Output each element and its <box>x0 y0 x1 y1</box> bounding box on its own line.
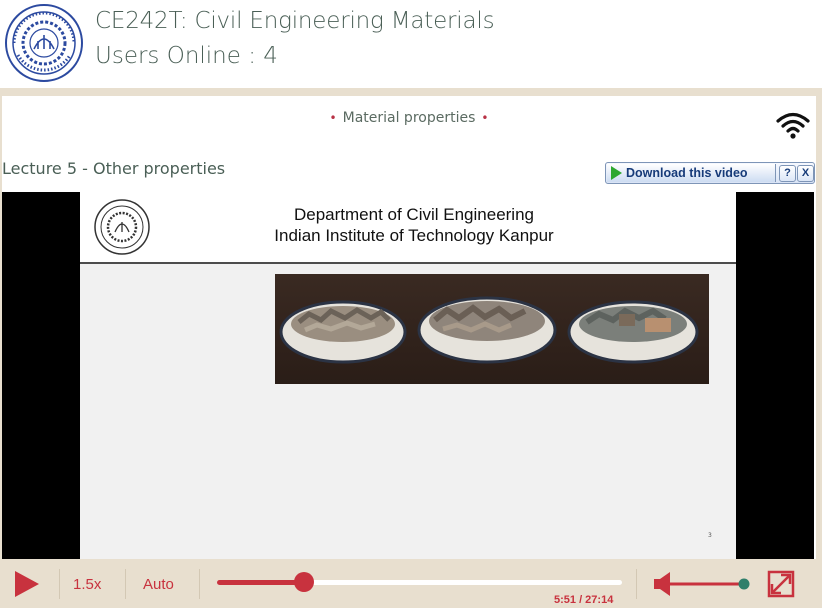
progress-handle[interactable] <box>294 572 315 592</box>
play-icon <box>611 166 622 180</box>
separator <box>636 569 637 599</box>
video-controls: 1.5x Auto 5:51 / 27:14 <box>2 559 816 608</box>
progress-track[interactable] <box>217 580 622 585</box>
video-area[interactable]: Department of Civil Engineering Indian I… <box>2 192 814 559</box>
wifi-icon <box>776 112 810 139</box>
download-video-button[interactable]: Download this video <box>607 164 776 182</box>
lecture-title: Lecture 5 - Other properties <box>2 159 226 178</box>
volume-handle <box>738 578 750 590</box>
quality-button[interactable]: Auto <box>143 576 174 593</box>
bowl-middle <box>417 296 557 364</box>
volume-control[interactable] <box>650 572 750 596</box>
close-button[interactable]: X <box>797 164 814 182</box>
separator <box>199 569 200 599</box>
time-display: 5:51 / 27:14 <box>554 594 614 606</box>
bullet-dot: • <box>329 111 337 125</box>
slide-department: Department of Civil Engineering <box>293 205 534 224</box>
lecture-slide: Department of Civil Engineering Indian I… <box>80 192 736 559</box>
bowl-right <box>567 300 699 364</box>
chapter-heading: • Material properties • <box>2 110 816 126</box>
fullscreen-icon[interactable] <box>767 570 795 598</box>
slide-page-number: 3 <box>708 532 712 539</box>
playback-speed-button[interactable]: 1.5x <box>73 576 101 593</box>
download-label: Download this video <box>626 166 748 180</box>
header-divider <box>0 88 822 96</box>
help-button[interactable]: ? <box>779 164 796 182</box>
separator <box>125 569 126 599</box>
bowl-left <box>279 300 407 364</box>
progress-fill <box>217 580 305 585</box>
page-header: CE242T: Civil Engineering Materials User… <box>0 0 822 88</box>
separator <box>59 569 60 599</box>
bullet-dot: • <box>481 111 489 125</box>
course-title: CE242T: Civil Engineering Materials <box>95 8 495 34</box>
speaker-icon <box>654 572 670 596</box>
users-online: Users Online : 4 <box>95 43 278 69</box>
slide-header: Department of Civil Engineering Indian I… <box>80 192 736 264</box>
main-content: • Material properties • Lecture 5 - Other … <box>2 96 816 608</box>
download-toolbar: Download this video ? X <box>605 162 815 184</box>
aggregate-bowls-image <box>275 274 709 384</box>
chapter-title: Material properties <box>342 110 476 126</box>
iit-kanpur-seal-icon <box>5 4 83 82</box>
frame-right <box>816 96 822 608</box>
slide-institute: Indian Institute of Technology Kanpur <box>274 226 554 245</box>
play-button[interactable] <box>15 571 39 597</box>
